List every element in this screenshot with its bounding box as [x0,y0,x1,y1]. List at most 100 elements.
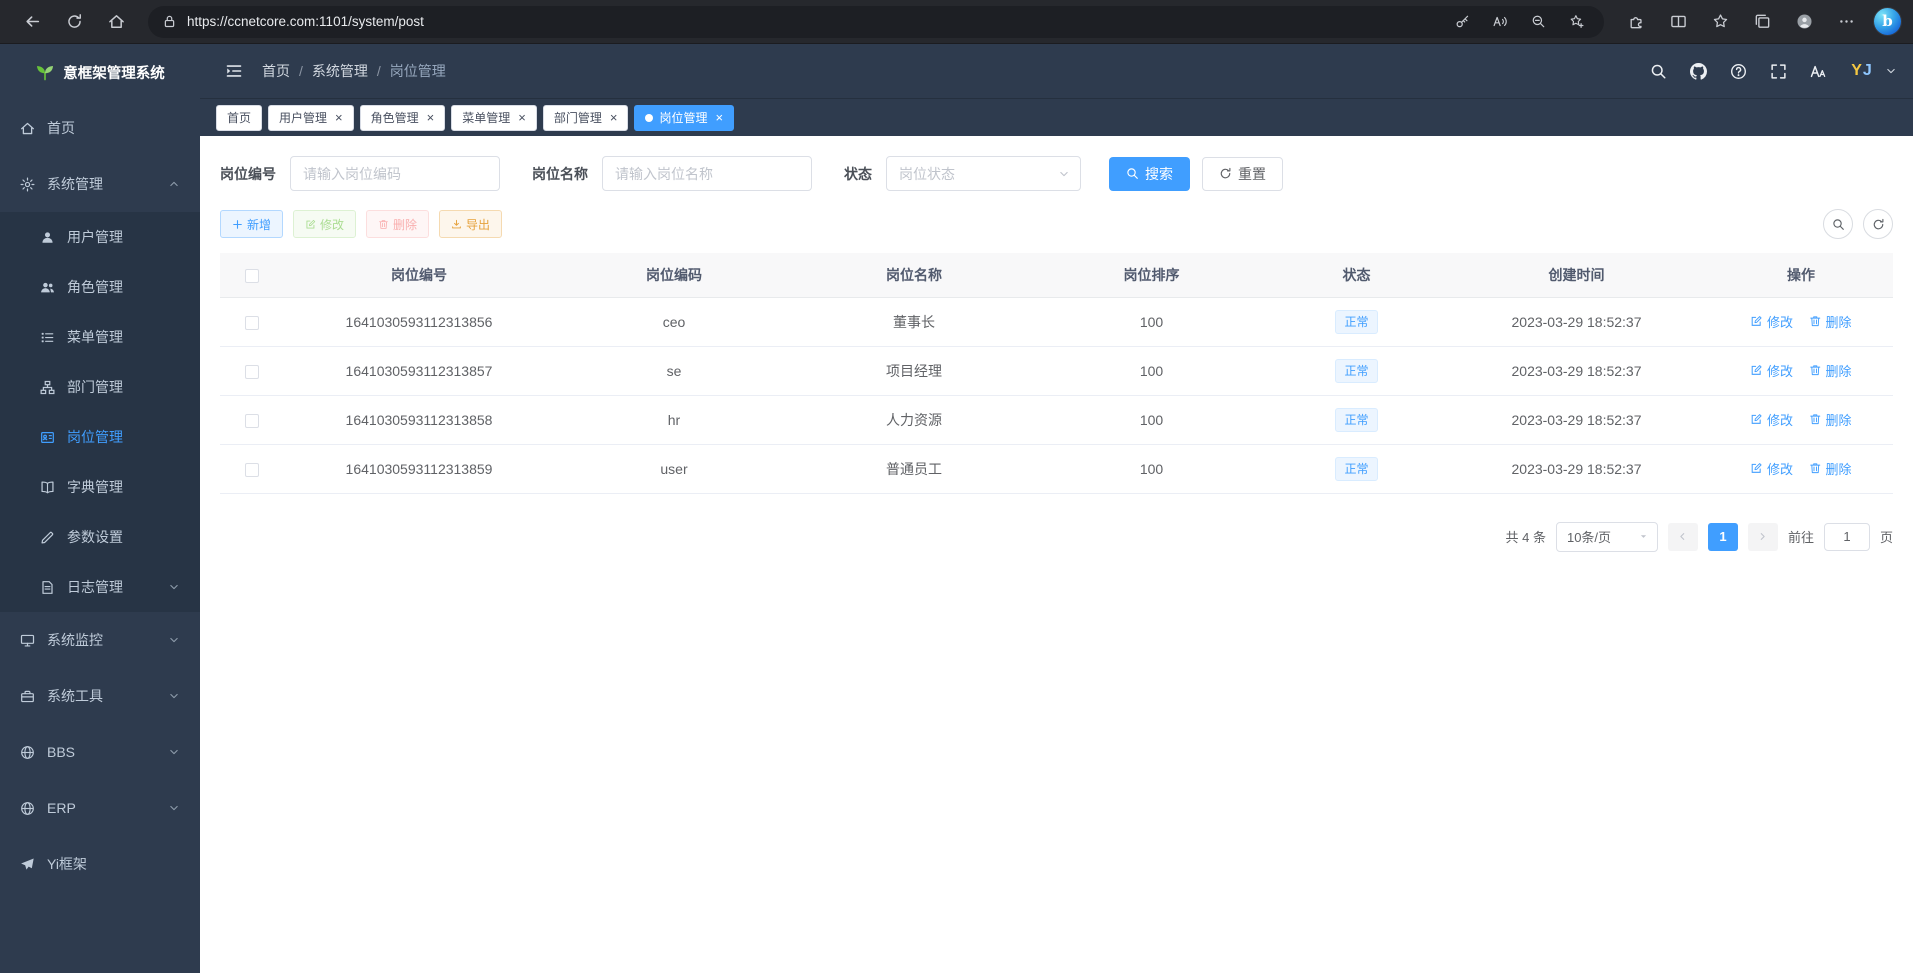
user-menu-caret-icon[interactable] [1885,65,1897,77]
chevron-down-icon [168,690,180,702]
browser-menu-icon[interactable] [1826,4,1866,40]
edit-button[interactable]: 修改 [293,210,356,238]
add-favorite-icon[interactable] [1562,8,1590,36]
row-edit-link[interactable]: 修改 [1750,459,1793,478]
goto-page-input[interactable] [1824,523,1870,551]
row-edit-link[interactable]: 修改 [1750,312,1793,331]
page-1-button[interactable]: 1 [1708,523,1738,551]
select-all-checkbox[interactable] [245,269,259,283]
export-button[interactable]: 导出 [439,210,502,238]
tab-dept[interactable]: 部门管理× [543,105,629,131]
fullscreen-icon[interactable] [1761,54,1795,88]
zoom-out-icon[interactable] [1524,8,1552,36]
table-row[interactable]: 1641030593112313857se项目经理100正常2023-03-29… [220,346,1893,395]
sidebar-item-user[interactable]: 用户管理 [0,212,200,262]
row-delete-link[interactable]: 删除 [1809,410,1852,429]
tab-menu[interactable]: 菜单管理× [451,105,537,131]
back-icon[interactable] [12,4,52,40]
row-delete-link[interactable]: 删除 [1809,312,1852,331]
trash-icon [1809,413,1822,426]
sidebar-item-dept[interactable]: 部门管理 [0,362,200,412]
row-delete-link[interactable]: 删除 [1809,361,1852,380]
tab-close-icon[interactable]: × [610,111,618,124]
user-avatar[interactable]: YJ [1845,56,1879,86]
org-tree-icon [40,380,55,395]
sidebar-item-param[interactable]: 参数设置 [0,512,200,562]
breadcrumb-item[interactable]: 系统管理 [312,61,368,81]
favorites-icon[interactable] [1700,4,1740,40]
password-key-icon[interactable] [1448,8,1476,36]
bing-copilot-icon[interactable]: b [1874,8,1901,35]
sidebar-item-monitor[interactable]: 系统监控 [0,612,200,668]
row-checkbox[interactable] [245,414,259,428]
row-checkbox[interactable] [245,463,259,477]
tab-close-icon[interactable]: × [335,111,343,124]
extensions-icon[interactable] [1616,4,1656,40]
reset-button[interactable]: 重置 [1202,157,1283,191]
sidebar-item-tools[interactable]: 系统工具 [0,668,200,724]
row-edit-link[interactable]: 修改 [1750,410,1793,429]
browser-home-icon[interactable] [96,4,136,40]
row-checkbox[interactable] [245,365,259,379]
row-edit-link[interactable]: 修改 [1750,361,1793,380]
sidebar-item-label: ERP [47,800,76,816]
prev-page-button[interactable] [1668,523,1698,551]
github-icon[interactable] [1681,54,1715,88]
breadcrumb-item[interactable]: 首页 [262,61,290,81]
table-row[interactable]: 1641030593112313859user普通员工100正常2023-03-… [220,444,1893,493]
edit-icon [305,219,316,230]
sidebar-item-home[interactable]: 首页 [0,100,200,156]
read-aloud-icon[interactable] [1486,8,1514,36]
next-page-button[interactable] [1748,523,1778,551]
sidebar-item-bbs[interactable]: BBS [0,724,200,780]
add-button[interactable]: 新增 [220,210,283,238]
browser-profile-icon[interactable] [1784,4,1824,40]
tab-close-icon[interactable]: × [427,111,435,124]
post-code-input[interactable] [290,156,500,191]
table-row[interactable]: 1641030593112313856ceo董事长100正常2023-03-29… [220,297,1893,346]
chevron-right-icon [1757,531,1768,542]
sidebar-item-post[interactable]: 岗位管理 [0,412,200,462]
sidebar-item-log[interactable]: 日志管理 [0,562,200,612]
post-name-input[interactable] [602,156,812,191]
row-checkbox[interactable] [245,316,259,330]
refresh-table-button[interactable] [1863,209,1893,239]
font-size-icon[interactable] [1801,54,1835,88]
tab-close-icon[interactable]: × [715,111,723,124]
sidebar-item-system[interactable]: 系统管理 [0,156,200,212]
cell-post-sort: 100 [1034,395,1269,444]
post-code-label: 岗位编号 [220,164,276,184]
tab-role[interactable]: 角色管理× [360,105,446,131]
sidebar-item-dict[interactable]: 字典管理 [0,462,200,512]
collections-icon[interactable] [1742,4,1782,40]
sidebar-menu: 首页系统管理用户管理角色管理菜单管理部门管理岗位管理字典管理参数设置日志管理系统… [0,100,200,973]
tab-post[interactable]: 岗位管理× [634,105,734,131]
address-bar[interactable]: https://ccnetcore.com:1101/system/post [148,6,1604,38]
search-button[interactable]: 搜索 [1109,157,1190,191]
row-delete-link[interactable]: 删除 [1809,459,1852,478]
status-badge: 正常 [1335,310,1377,334]
sidebar-toggle-icon[interactable] [216,53,252,89]
tab-close-icon[interactable]: × [518,111,526,124]
tab-home[interactable]: 首页 [216,105,262,131]
cell-created-time: 2023-03-29 18:52:37 [1444,346,1709,395]
page-size-select[interactable]: 10条/页 [1556,522,1658,552]
sidebar-item-yi[interactable]: Yi框架 [0,836,200,892]
header-search-icon[interactable] [1641,54,1675,88]
sidebar-item-erp[interactable]: ERP [0,780,200,836]
sidebar-item-menu[interactable]: 菜单管理 [0,312,200,362]
sidebar-item-label: 部门管理 [67,377,123,397]
delete-button[interactable]: 删除 [366,210,429,238]
pencil-icon [40,530,55,545]
search-icon [1832,218,1845,231]
status-select[interactable]: 岗位状态 [886,156,1081,191]
tab-user[interactable]: 用户管理× [268,105,354,131]
trash-icon [1809,315,1822,328]
split-screen-icon[interactable] [1658,4,1698,40]
sidebar-item-role[interactable]: 角色管理 [0,262,200,312]
help-icon[interactable] [1721,54,1755,88]
browser-refresh-icon[interactable] [54,4,94,40]
toggle-search-button[interactable] [1823,209,1853,239]
table-row[interactable]: 1641030593112313858hr人力资源100正常2023-03-29… [220,395,1893,444]
url-text[interactable]: https://ccnetcore.com:1101/system/post [187,14,1438,29]
